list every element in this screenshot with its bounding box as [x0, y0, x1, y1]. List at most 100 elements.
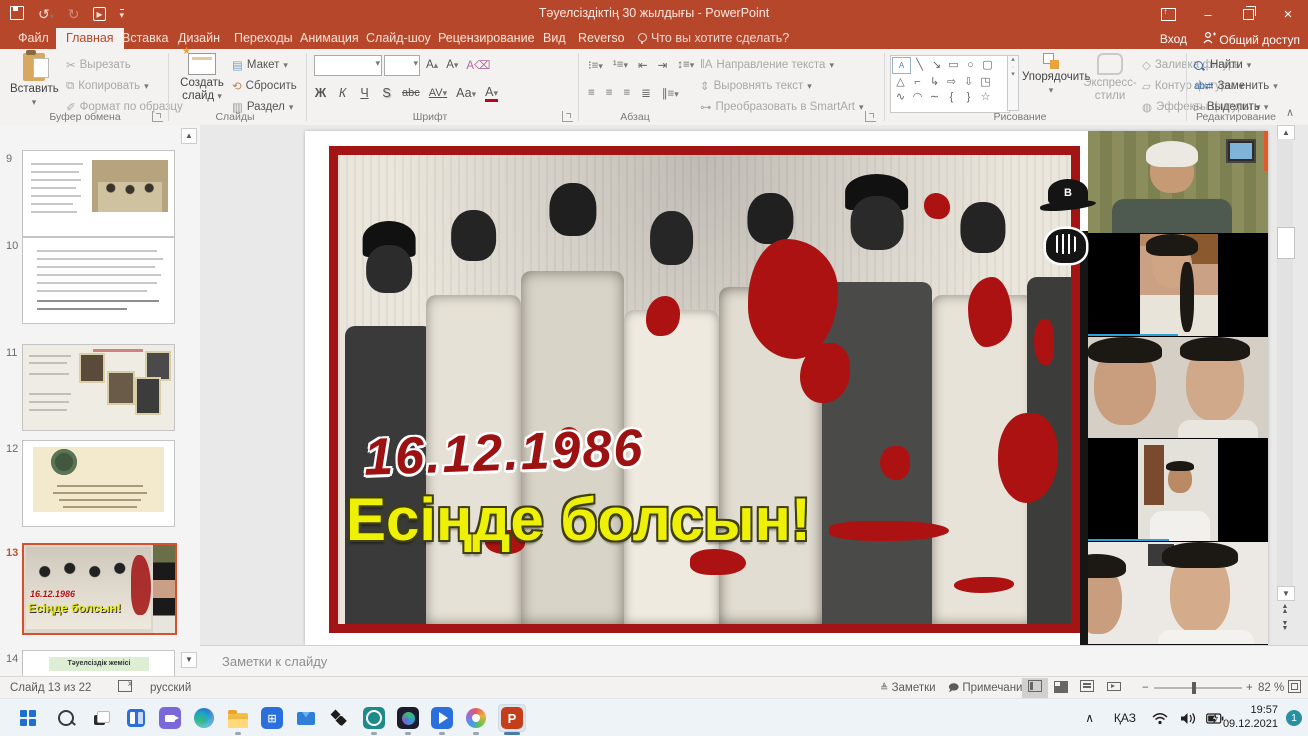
next-slide-button[interactable]: ▼▼	[1277, 620, 1293, 633]
reset-button[interactable]: ⟲ Сбросить	[232, 76, 297, 96]
ribbon-display-options-button[interactable]	[1148, 0, 1188, 28]
movies-tv-button[interactable]	[428, 704, 456, 732]
tab-reverso[interactable]: Reverso	[568, 28, 635, 49]
thumbnails-scroll-up-button[interactable]: ▲	[181, 128, 197, 144]
microsoft-store-button[interactable]: ⊞	[258, 704, 286, 732]
normal-view-button[interactable]	[1022, 678, 1048, 698]
shapes-gallery[interactable]: A ╲ ↘ ▭ ○ ▢ △ ⌐ ↳ ⇨ ⇩ ◳ ∿ ◠ ∼ { } ☆	[890, 55, 1010, 113]
language-switcher[interactable]: ҚАЗ	[1114, 699, 1136, 736]
align-right-button[interactable]: ≡	[623, 87, 630, 99]
line-spacing-button[interactable]: ↕≡▾	[677, 59, 694, 71]
thumbnail-slide-11[interactable]	[22, 344, 175, 431]
notification-badge[interactable]: 1	[1286, 699, 1302, 736]
clipboard-dialog-launcher[interactable]	[152, 111, 163, 122]
zoom-in-button[interactable]: +	[1246, 677, 1253, 699]
decrease-indent-button[interactable]: ⇤	[638, 58, 648, 72]
underline-button[interactable]: Ч	[358, 86, 371, 100]
tab-design[interactable]: Дизайн	[168, 28, 230, 49]
zoom-level[interactable]: 82 %	[1258, 677, 1284, 699]
tell-me-box[interactable]: Что вы хотите сделать?	[628, 28, 799, 49]
edge-button[interactable]	[190, 704, 218, 732]
webex-button[interactable]	[394, 704, 422, 732]
thumbnail-slide-12[interactable]	[22, 440, 175, 527]
vertical-scrollbar-track[interactable]	[1277, 139, 1293, 586]
text-shadow-button[interactable]: S	[380, 86, 393, 100]
shape-star-icon[interactable]: ☆	[977, 89, 994, 104]
shape-arrow-icon[interactable]: ↘	[928, 57, 945, 72]
font-size-combo[interactable]	[384, 55, 420, 76]
shape-oval-icon[interactable]: ○	[962, 57, 979, 72]
new-slide-button[interactable]: Создать слайд ▾	[176, 53, 228, 103]
comments-toggle[interactable]: 🗩 Примечания	[948, 677, 1029, 699]
grow-font-button[interactable]: А▴	[426, 59, 438, 71]
shape-down-arrow-icon[interactable]: ⇩	[960, 74, 977, 89]
clear-formatting-button[interactable]: А⌫	[466, 58, 490, 72]
columns-button[interactable]: ∥≡▾	[662, 86, 679, 100]
italic-button[interactable]: К	[336, 86, 349, 100]
volume-icon[interactable]	[1180, 699, 1196, 736]
shape-elbow-icon[interactable]: ⌐	[909, 74, 926, 89]
align-left-button[interactable]: ≡	[588, 87, 595, 99]
shape-line-icon[interactable]: ╲	[911, 57, 928, 72]
font-dialog-launcher[interactable]	[562, 111, 573, 122]
shape-left-brace-icon[interactable]: {	[943, 89, 960, 104]
font-name-combo[interactable]	[314, 55, 382, 76]
replace-button[interactable]: ab⇄ Заменить ▾	[1194, 76, 1278, 96]
thumbnail-slide-9[interactable]	[22, 150, 175, 237]
slide-photo-frame[interactable]: 16.12.1986 Есіңде болсын!	[329, 146, 1080, 633]
strikethrough-button[interactable]: abc	[402, 87, 420, 99]
shape-elbow-arrow-icon[interactable]: ↳	[926, 74, 943, 89]
tab-file[interactable]: Файл	[8, 28, 59, 49]
notes-toggle[interactable]: ≜ Заметки	[880, 677, 936, 699]
audio-app-button[interactable]	[360, 704, 388, 732]
shape-arc-icon[interactable]: ◠	[909, 89, 926, 104]
increase-indent-button[interactable]: ⇥	[658, 58, 668, 72]
share-button[interactable]: Общий доступ	[1203, 31, 1300, 47]
restore-button[interactable]	[1228, 0, 1268, 28]
zoom-slider-track[interactable]	[1154, 687, 1242, 689]
reading-view-button[interactable]	[1074, 678, 1100, 698]
shapes-gallery-scroll[interactable]: ▴·▾	[1007, 55, 1019, 111]
task-view-button[interactable]	[88, 704, 116, 732]
widgets-button[interactable]	[122, 704, 150, 732]
clock-date[interactable]: 19:5709.12.2021	[1223, 699, 1278, 736]
shape-triangle-icon[interactable]: △	[892, 74, 909, 89]
paint-button[interactable]	[462, 704, 490, 732]
minimize-button[interactable]: –	[1188, 0, 1228, 28]
start-button[interactable]	[14, 704, 42, 732]
shape-callout-icon[interactable]: ◳	[977, 74, 994, 89]
bullets-button[interactable]: ⁝≡▾	[588, 58, 603, 72]
vertical-scrollbar-thumb[interactable]	[1277, 227, 1295, 259]
scroll-up-button[interactable]: ▲	[1277, 125, 1295, 140]
previous-slide-button[interactable]: ▲▲	[1277, 603, 1293, 616]
shape-right-arrow-icon[interactable]: ⇨	[943, 74, 960, 89]
thumbnails-scroll-down-button[interactable]: ▼	[181, 652, 197, 668]
spellcheck-icon[interactable]	[118, 677, 132, 699]
shape-freeform-icon[interactable]: ∿	[892, 89, 909, 104]
fit-to-window-button[interactable]	[1288, 677, 1301, 699]
dropbox-button[interactable]	[326, 704, 354, 732]
shape-rounded-rect-icon[interactable]: ▢	[979, 57, 996, 72]
zoom-slider-thumb[interactable]	[1192, 682, 1196, 694]
paste-button[interactable]: Вставить▾	[10, 53, 58, 109]
justify-button[interactable]: ≣	[641, 86, 651, 100]
slide-canvas[interactable]: 16.12.1986 Есіңде болсын! B	[200, 125, 1308, 645]
shape-right-brace-icon[interactable]: }	[960, 89, 977, 104]
shape-textbox-icon[interactable]: A	[892, 57, 911, 74]
slideshow-view-button[interactable]	[1100, 678, 1126, 698]
sign-in-link[interactable]: Вход	[1160, 32, 1187, 46]
zoom-out-button[interactable]: −	[1142, 677, 1149, 699]
powerpoint-taskbar-button[interactable]: P	[498, 704, 526, 732]
bold-button[interactable]: Ж	[314, 86, 327, 100]
paragraph-dialog-launcher[interactable]	[865, 111, 876, 122]
language-indicator[interactable]: русский	[150, 677, 191, 699]
shape-rectangle-icon[interactable]: ▭	[945, 57, 962, 72]
scroll-down-button[interactable]: ▼	[1277, 586, 1295, 601]
shape-curve-icon[interactable]: ∼	[926, 89, 943, 104]
tray-overflow-button[interactable]: ∧	[1085, 699, 1094, 736]
thumbnail-slide-14[interactable]: Тәуелсіздік жемісі	[22, 650, 175, 676]
notes-pane[interactable]: Заметки к слайду	[200, 645, 1308, 677]
character-spacing-button[interactable]: AV▾	[429, 87, 447, 99]
mail-button[interactable]	[292, 704, 320, 732]
layout-button[interactable]: ▤ Макет ▾	[232, 55, 288, 75]
